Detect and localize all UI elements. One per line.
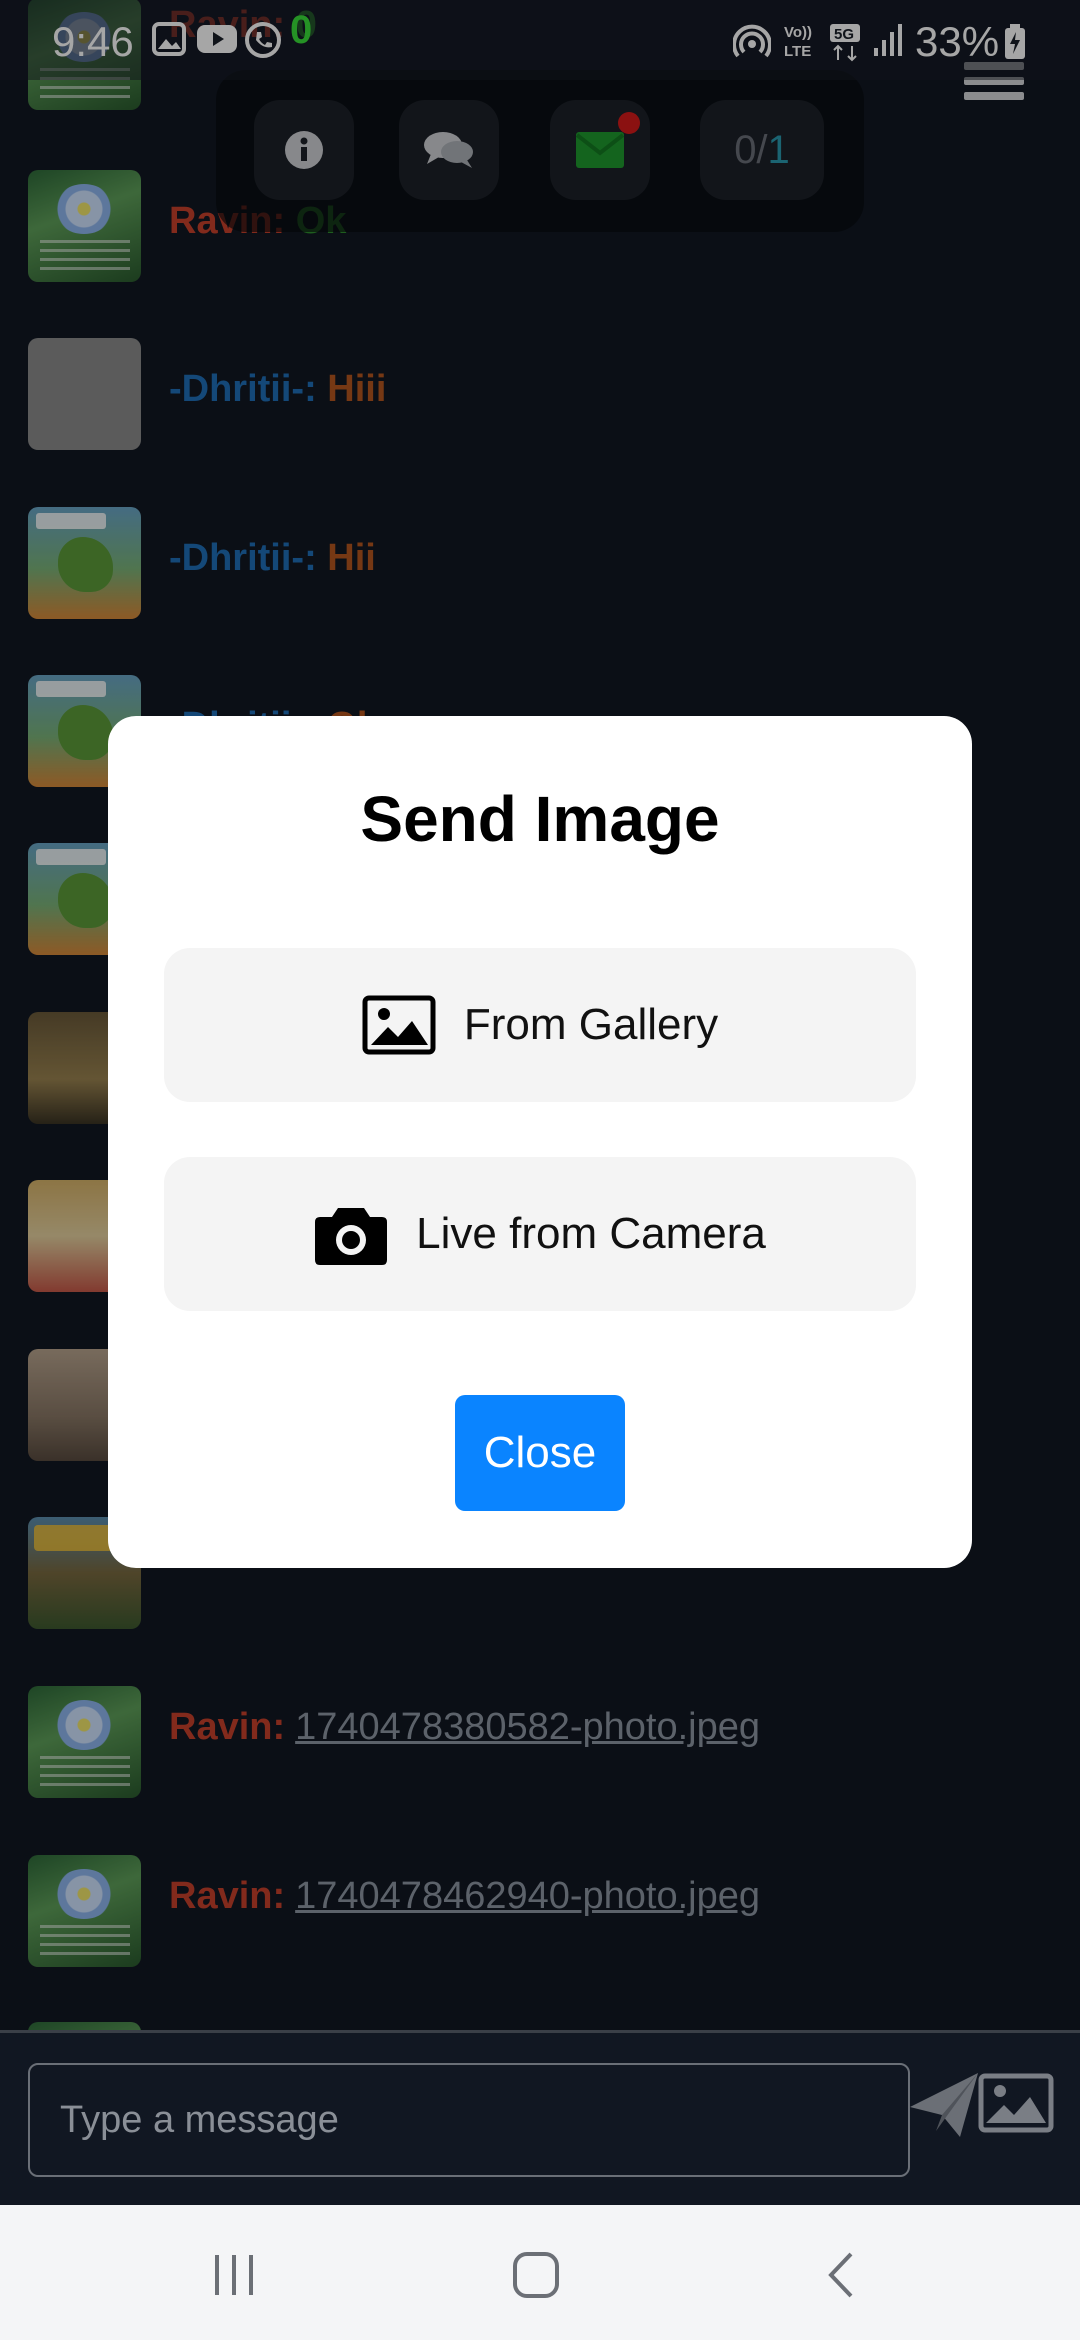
live-camera-button[interactable]: Live from Camera [164, 1157, 916, 1311]
home-icon [513, 2252, 559, 2298]
send-image-dialog: Send Image From Gallery Live from Camera… [108, 716, 972, 1568]
recent-apps-icon [215, 2255, 253, 2295]
recent-apps-button[interactable] [174, 2235, 294, 2315]
message-composer [0, 2030, 1080, 2205]
message-input[interactable] [28, 2063, 910, 2177]
close-button[interactable]: Close [455, 1395, 625, 1511]
from-gallery-button[interactable]: From Gallery [164, 948, 916, 1102]
attach-image-icon[interactable] [978, 2073, 1054, 2133]
send-icon[interactable] [908, 2069, 980, 2141]
dialog-title: Send Image [360, 783, 720, 855]
from-gallery-label: From Gallery [463, 1000, 719, 1049]
image-icon [362, 995, 436, 1055]
back-button[interactable] [780, 2235, 900, 2315]
camera-icon [314, 1202, 388, 1266]
back-icon [828, 2252, 853, 2298]
system-navigation-bar [0, 2205, 1080, 2340]
home-button[interactable] [476, 2235, 596, 2315]
live-camera-label: Live from Camera [416, 1209, 766, 1258]
